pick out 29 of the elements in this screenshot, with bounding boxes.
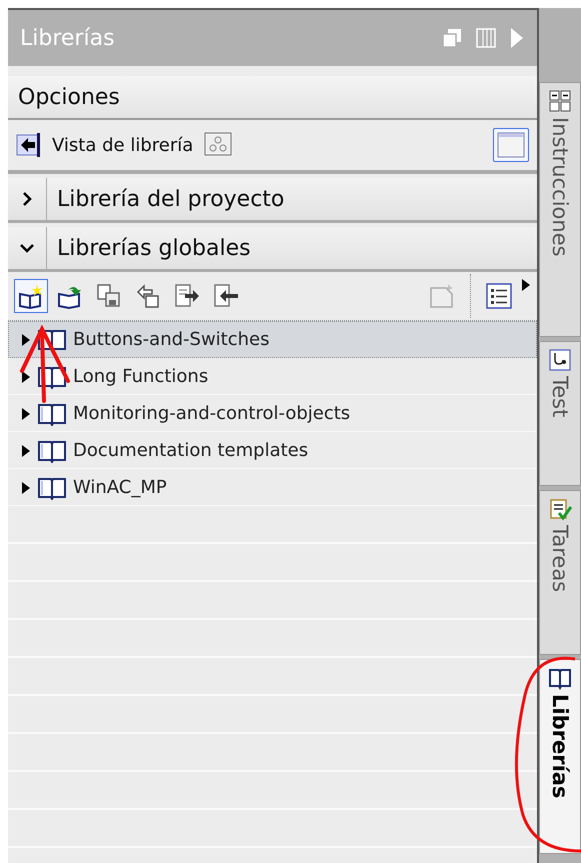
expand-arrow-icon[interactable] [21, 444, 31, 458]
grid-icon [548, 89, 572, 113]
book-icon [37, 476, 67, 500]
side-tab[interactable]: Librerías [539, 659, 581, 854]
expand-arrow-icon[interactable] [21, 406, 31, 420]
checklist-icon [548, 497, 572, 521]
panel-title: Librerías [20, 26, 116, 50]
side-tab[interactable]: Test [539, 341, 581, 486]
library-item[interactable]: Long Functions [8, 358, 537, 395]
section-title: Librería del proyecto [57, 186, 284, 212]
side-tab[interactable]: Instrucciones [539, 82, 581, 337]
more-arrow-icon[interactable] [521, 278, 531, 292]
section-title: Librerías globales [57, 236, 251, 260]
library-item[interactable]: Documentation templates [8, 432, 537, 469]
expand-arrow-icon[interactable] [21, 480, 31, 494]
options-title: Opciones [18, 84, 120, 110]
book-icon [37, 438, 67, 462]
book-icon [548, 666, 572, 690]
side-tab[interactable]: Tareas [539, 490, 581, 655]
library-item[interactable]: Buttons-and-Switches [8, 321, 537, 358]
expand-arrow-icon[interactable] [21, 332, 31, 346]
book-icon [37, 402, 67, 426]
expand-arrow-icon[interactable] [21, 370, 31, 384]
library-view-label: Vista de librería [52, 134, 194, 156]
new-library-button[interactable] [14, 279, 48, 313]
section-header[interactable]: Librerías globales [8, 227, 537, 272]
section-header[interactable]: Librería del proyecto [8, 178, 537, 223]
library-view-toggle[interactable] [493, 128, 529, 162]
library-item[interactable]: Monitoring-and-control-objects [8, 395, 537, 432]
